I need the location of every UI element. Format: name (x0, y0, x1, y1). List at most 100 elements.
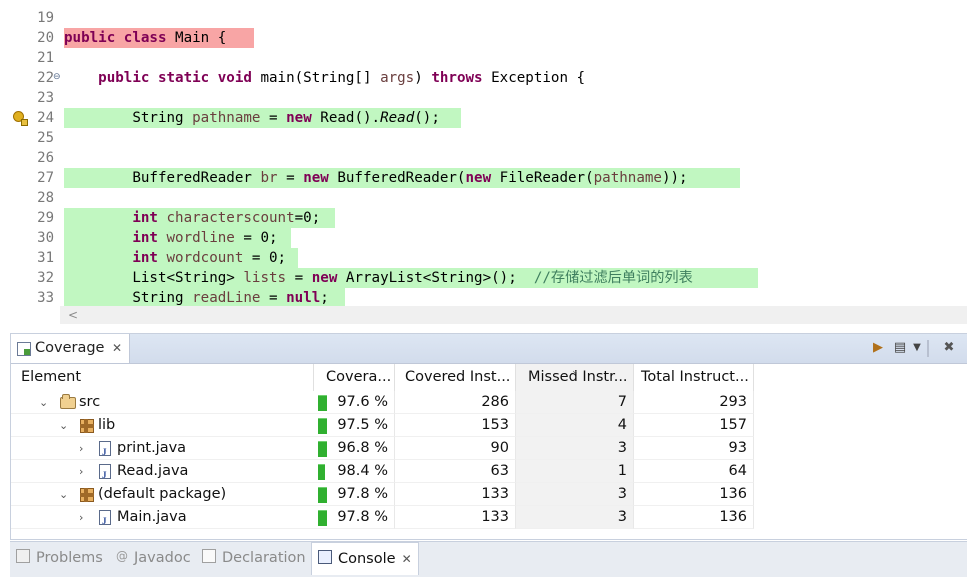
column-header-coverage[interactable]: Covera... (314, 364, 395, 391)
missed-cell: 3 (516, 506, 634, 529)
javadoc-icon: @ (116, 549, 128, 563)
total-cell: 293 (634, 391, 754, 414)
coverage-view: Coverage ✕ ▶ ▤ ▼ ✖ Element Covera... Cov… (10, 333, 967, 540)
close-icon[interactable]: ✕ (402, 552, 412, 566)
code-line: 27 BufferedReader br = new BufferedReade… (0, 168, 967, 188)
line-number: 29 (37, 210, 54, 226)
table-row[interactable]: › Main.java 97.8 % 133 3 136 (11, 506, 754, 533)
horizontal-scrollbar[interactable]: < (60, 306, 967, 324)
element-cell: ⌄ src (11, 391, 314, 414)
covered-cell: 133 (395, 483, 516, 506)
missed-cell: 4 (516, 414, 634, 437)
toolbar-separator (927, 340, 929, 357)
code-line: 21 (0, 48, 967, 68)
relaunch-icon[interactable]: ▶ (869, 339, 887, 357)
missed-cell: 3 (516, 483, 634, 506)
element-cell: › Main.java (11, 506, 314, 533)
missed-cell: 7 (516, 391, 634, 414)
column-header-element[interactable]: Element (11, 364, 314, 391)
code-text: String pathname = new Read().Read(); (64, 108, 461, 128)
chevron-down-icon[interactable]: ▼ (911, 339, 923, 357)
code-line: 20 public class Main { (0, 28, 967, 48)
line-number: 23 (37, 90, 54, 106)
total-cell: 136 (634, 483, 754, 506)
total-cell: 136 (634, 506, 754, 529)
code-text: public static void main(String[] args) t… (98, 70, 586, 86)
coverage-tab-bar: Coverage ✕ ▶ ▤ ▼ ✖ (11, 334, 967, 364)
element-cell: ⌄ lib (11, 414, 314, 437)
coverage-cell: 96.8 % (314, 437, 395, 460)
bottom-panel-tabs: Problems @ Javadoc Declaration Console ✕ (10, 541, 967, 577)
code-text: int wordline = 0; (64, 228, 291, 248)
java-file-icon (99, 464, 111, 487)
line-number: 22 (37, 70, 54, 86)
table-row[interactable]: ⌄ (default package) 97.8 % 133 3 136 (11, 483, 754, 506)
table-row[interactable]: › print.java 96.8 % 90 3 93 (11, 437, 754, 464)
column-header-missed[interactable]: ⌄ Missed Instr... (516, 364, 634, 391)
element-name: lib (98, 417, 116, 433)
code-line: 30 int wordline = 0; (0, 228, 967, 248)
total-cell: 157 (634, 414, 754, 437)
java-file-icon (99, 510, 111, 533)
code-text: List<String> lists = new ArrayList<Strin… (64, 268, 758, 288)
line-number: 20 (37, 30, 54, 46)
console-icon (318, 550, 332, 564)
coverage-bar (318, 510, 327, 526)
source-folder-icon (60, 394, 76, 409)
code-line: 31 int wordcount = 0; (0, 248, 967, 268)
code-text: int characterscount=0; (64, 208, 335, 228)
table-row[interactable]: › Read.java 98.4 % 63 1 64 (11, 460, 754, 487)
tab-javadoc[interactable]: @ Javadoc (116, 542, 191, 574)
table-row[interactable]: ⌄ lib 97.5 % 153 4 157 (11, 414, 754, 437)
code-text: BufferedReader br = new BufferedReader(n… (64, 168, 740, 188)
expand-chevron-icon[interactable]: › (79, 506, 83, 529)
column-header-total[interactable]: Total Instruct... (634, 364, 754, 391)
coverage-cell: 98.4 % (314, 460, 395, 483)
tab-problems[interactable]: Problems (16, 542, 103, 574)
coverage-cell: 97.5 % (314, 414, 395, 437)
coverage-cell: 97.8 % (314, 483, 395, 506)
close-icon[interactable]: ✕ (112, 341, 122, 355)
coverage-bar (318, 487, 327, 503)
code-line: 24 String pathname = new Read().Read(); (0, 108, 967, 128)
tab-coverage[interactable]: Coverage ✕ (11, 334, 130, 363)
expand-chevron-icon[interactable]: ⌄ (59, 414, 68, 437)
line-number: 32 (37, 270, 54, 286)
covered-cell: 63 (395, 460, 516, 483)
line-number: 27 (37, 170, 54, 186)
line-number: 33 (37, 290, 54, 306)
code-line: 28 (0, 188, 967, 208)
table-row[interactable]: ⌄ src 97.6 % 286 7 293 (11, 391, 754, 414)
code-line: 19 (0, 8, 967, 28)
expand-chevron-icon[interactable]: ⌄ (59, 483, 68, 506)
code-text: String readLine = null; (64, 288, 345, 308)
expand-chevron-icon[interactable]: › (79, 460, 83, 483)
code-line: 32 List<String> lists = new ArrayList<St… (0, 268, 967, 288)
total-cell: 93 (634, 437, 754, 460)
covered-cell: 286 (395, 391, 516, 414)
coverage-bar (318, 441, 327, 457)
missed-cell: 1 (516, 460, 634, 483)
code-text: public class Main { (64, 28, 254, 48)
coverage-cell: 97.8 % (314, 506, 395, 529)
code-editor[interactable]: 19 20 public class Main { 21 22 ⊖ public… (0, 0, 967, 328)
expand-chevron-icon[interactable]: ⌄ (39, 391, 48, 414)
fold-collapse-icon[interactable]: ⊖ (53, 72, 61, 82)
scroll-left-arrow-icon[interactable]: < (68, 306, 78, 324)
element-name: print.java (117, 440, 187, 456)
total-cell: 64 (634, 460, 754, 483)
column-header-covered[interactable]: Covered Inst... (395, 364, 516, 391)
declaration-icon (202, 549, 216, 563)
sort-descending-icon: ⌄ (571, 366, 579, 376)
line-number: 26 (37, 150, 54, 166)
missed-cell: 3 (516, 437, 634, 460)
line-number: 21 (37, 50, 54, 66)
code-line: 23 (0, 88, 967, 108)
tab-console[interactable]: Console ✕ (311, 542, 419, 575)
code-text: int wordcount = 0; (64, 248, 298, 268)
session-select-icon[interactable]: ▤ (891, 339, 909, 357)
remove-all-sessions-icon[interactable]: ✖ (941, 339, 957, 357)
expand-chevron-icon[interactable]: › (79, 437, 83, 460)
line-number: 28 (37, 190, 54, 206)
tab-declaration[interactable]: Declaration (202, 542, 306, 574)
